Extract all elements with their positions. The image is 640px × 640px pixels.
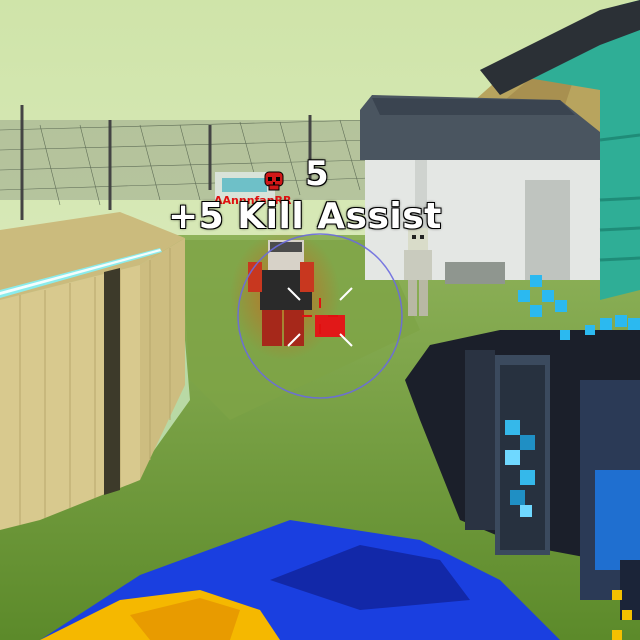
game-viewport[interactable]: 5 AAnnnfanRR +5 Kill Assist — [0, 0, 640, 640]
kill-assist-notification: +5 Kill Assist — [168, 196, 442, 237]
fence-post-dark — [104, 268, 120, 495]
house-doorway — [525, 180, 570, 280]
kill-count: 5 — [305, 154, 329, 194]
back-shed-window — [222, 178, 267, 192]
skull-icon — [264, 171, 284, 191]
rubble — [445, 262, 505, 284]
house-roof-steps — [372, 98, 575, 115]
game-world — [0, 0, 640, 640]
